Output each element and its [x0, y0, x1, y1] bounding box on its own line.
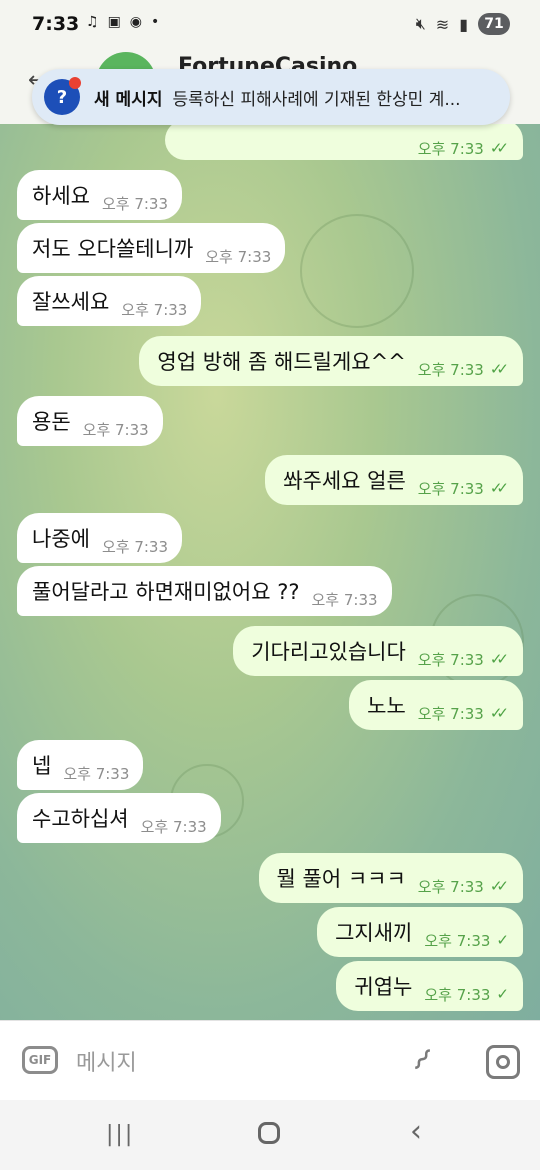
system-nav-bar: ||| ‹ — [0, 1100, 540, 1170]
message-time: 오후 7:33 — [311, 590, 378, 609]
double-check-icon: ✓✓ — [489, 650, 509, 668]
wifi-icon: ≋ — [435, 14, 450, 34]
message-time: 오후 7:33 — [417, 479, 484, 498]
home-icon[interactable] — [258, 1122, 280, 1144]
message-text: 노노 — [367, 694, 406, 718]
double-check-icon: ✓✓ — [489, 139, 509, 157]
message-text: 쏴주세요 얼른 — [283, 469, 406, 493]
back-icon[interactable]: ‹ — [410, 1114, 422, 1149]
mute-icon: 🔇︎ — [415, 14, 426, 33]
message-time: 오후 7:33 — [101, 537, 169, 556]
screenshot-icon: ▣ — [107, 14, 121, 30]
message-bubble-outgoing[interactable]: 뭘 풀어 ㅋㅋㅋ 오후 7:33 ✓✓ — [258, 853, 523, 903]
message-text: 뭘 풀어 ㅋㅋㅋ — [276, 867, 406, 891]
message-text: 풀어달라고 하면재미없어요 ?? — [32, 580, 300, 604]
gif-button[interactable]: GIF — [22, 1046, 58, 1074]
message-bubble-incoming[interactable]: 수고하십셔 오후 7:33 — [17, 793, 221, 843]
double-check-icon: ✓✓ — [489, 877, 509, 895]
dot-icon: • — [151, 14, 160, 30]
message-text: 넵 — [32, 754, 52, 778]
message-bubble-incoming[interactable]: 넵 오후 7:33 — [17, 740, 144, 790]
message-composer: GIF 메시지 ⌇ — [0, 1020, 540, 1101]
message-bubble-incoming[interactable]: 풀어달라고 하면재미없어요 ?? 오후 7:33 — [17, 566, 392, 616]
message-text: 하세요 — [32, 184, 90, 208]
double-check-icon: ✓✓ — [489, 704, 509, 722]
message-bubble-incoming[interactable]: 잘쓰세요 오후 7:33 — [17, 276, 202, 326]
message-text: 용돈 — [32, 410, 71, 434]
notification-text: 등록하신 피해사례에 기재된 한상민 계... — [172, 89, 461, 110]
talk-icon: ◉ — [129, 14, 143, 30]
message-time: 오후 7:33 — [121, 300, 188, 319]
message-input[interactable]: 메시지 — [76, 1045, 137, 1077]
message-bubble-outgoing[interactable]: 영업 방해 좀 해드릴게요^^ 오후 7:33 ✓✓ — [139, 336, 523, 386]
double-check-icon: ✓✓ — [489, 360, 509, 378]
message-time: 오후 7:33 — [417, 877, 484, 896]
single-check-icon: ✓ — [496, 985, 508, 1003]
message-bubble-outgoing[interactable]: 노노 오후 7:33 ✓✓ — [349, 680, 523, 730]
message-time: 오후 7:33 — [424, 931, 491, 950]
message-time: 오후 7:33 — [417, 650, 484, 669]
message-time: 오후 7:33 — [205, 247, 272, 266]
message-text: 수고하십셔 — [32, 807, 129, 831]
message-bubble-outgoing[interactable]: 귀엽누 오후 7:33 ✓ — [336, 961, 523, 1011]
chat-area[interactable]: 오후 7:33 ✓✓ 하세요 오후 7:33 저도 오다쏠테니까 오후 7:33 … — [0, 124, 540, 1020]
message-bubble-incoming[interactable]: 하세요 오후 7:33 — [17, 170, 183, 220]
status-bar: 7:33 ♫ ▣ ◉ • 🔇︎ ≋ ▮ 71 — [0, 0, 540, 52]
message-text: 귀엽누 — [354, 975, 413, 999]
message-bubble-outgoing[interactable]: 오후 7:33 ✓✓ — [165, 124, 523, 160]
message-time: 오후 7:33 — [417, 704, 484, 723]
police-app-icon: ? — [44, 77, 81, 115]
attach-icon[interactable]: ⌇ — [404, 1042, 438, 1078]
message-bubble-incoming[interactable]: 용돈 오후 7:33 — [17, 396, 163, 446]
message-time: 오후 7:33 — [417, 139, 484, 158]
double-check-icon: ✓✓ — [489, 479, 509, 497]
message-bubble-incoming[interactable]: 저도 오다쏠테니까 오후 7:33 — [17, 223, 286, 273]
message-text: 잘쓰세요 — [32, 290, 110, 314]
message-text: 저도 오다쏠테니까 — [32, 237, 194, 261]
signal-icon: ▮ — [459, 14, 468, 34]
camera-icon[interactable] — [486, 1045, 520, 1079]
notification-title: 새 메시지 — [94, 89, 163, 110]
message-time: 오후 7:33 — [140, 817, 207, 836]
music-note-icon: ♫ — [86, 14, 99, 30]
message-text: 그지새끼 — [335, 921, 413, 945]
message-bubble-incoming[interactable]: 나중에 오후 7:33 — [17, 513, 183, 563]
message-text: 나중에 — [32, 527, 90, 551]
notification-banner[interactable]: ? 새 메시지 등록하신 피해사례에 기재된 한상민 계... — [32, 69, 510, 125]
message-time: 오후 7:33 — [82, 420, 149, 439]
message-text: 기다리고있습니다 — [251, 640, 406, 664]
single-check-icon: ✓ — [496, 931, 508, 949]
message-time: 오후 7:33 — [63, 764, 130, 783]
message-time: 오후 7:33 — [417, 360, 484, 379]
message-bubble-outgoing[interactable]: 그지새끼 오후 7:33 ✓ — [317, 907, 523, 957]
message-time: 오후 7:33 — [101, 194, 169, 213]
message-bubble-outgoing[interactable]: 기다리고있습니다 오후 7:33 ✓✓ — [233, 626, 523, 676]
battery-level: 71 — [478, 13, 510, 35]
message-time: 오후 7:33 — [424, 985, 491, 1004]
recent-apps-icon[interactable]: ||| — [106, 1122, 134, 1147]
message-text: 영업 방해 좀 해드릴게요^^ — [157, 350, 406, 374]
message-bubble-outgoing[interactable]: 쏴주세요 얼른 오후 7:33 ✓✓ — [265, 455, 523, 505]
status-time: 7:33 — [32, 13, 80, 35]
background-doodle — [300, 214, 414, 328]
